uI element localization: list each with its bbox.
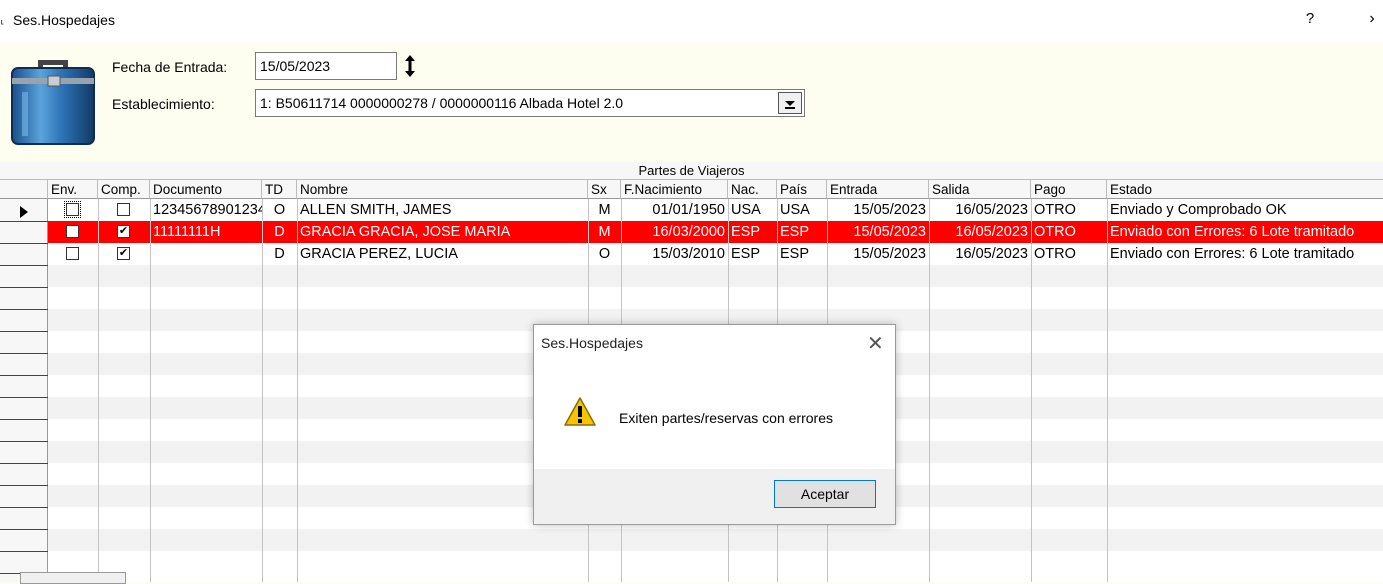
dialog-body: Exiten partes/reservas con errores	[534, 363, 895, 469]
cell-nacimiento: 16/03/2000	[652, 224, 725, 240]
current-row-pointer-icon	[20, 206, 28, 218]
close-button[interactable]: ›	[1362, 10, 1382, 28]
grid-caption: Partes de Viajeros	[0, 162, 1383, 180]
table-row[interactable]: 123456789012345 O ALLEN SMITH, JAMES M 0…	[0, 199, 1383, 221]
cell-sx: M	[598, 224, 611, 240]
cell-nombre: GRACIA GRACIA, JOSE MARIA	[300, 224, 511, 240]
establecimiento-label: Establecimiento:	[112, 96, 215, 112]
col-header-td[interactable]: TD	[262, 180, 297, 199]
cell-salida: 16/05/2023	[955, 202, 1028, 218]
dialog-title: Ses.Hospedajes	[541, 335, 643, 351]
col-header-nacimiento[interactable]: F.Nacimiento	[621, 180, 728, 199]
cell-td: D	[274, 246, 285, 262]
cell-entrada: 15/05/2023	[853, 246, 926, 262]
cell-nacimiento: 15/03/2010	[652, 246, 725, 262]
cell-pago: OTRO	[1034, 224, 1076, 240]
cell-pais: ESP	[780, 224, 810, 240]
fecha-label: Fecha de Entrada:	[112, 59, 228, 75]
col-header-nac[interactable]: Nac.	[728, 180, 777, 199]
cell-estado: Enviado con Errores: 6 Lote tramitado	[1110, 246, 1355, 262]
col-header-documento[interactable]: Documento	[150, 180, 262, 199]
comp-checkbox[interactable]: ✔	[117, 225, 130, 238]
cell-nombre: GRACIA PEREZ, LUCIA	[300, 246, 458, 262]
col-header-pago[interactable]: Pago	[1031, 180, 1107, 199]
col-header-blank	[0, 180, 48, 199]
establecimiento-select[interactable]: 1: B50611714 0000000278 / 0000000116 Alb…	[255, 89, 805, 117]
env-checkbox[interactable]	[66, 247, 79, 260]
bottom-tab[interactable]	[20, 572, 126, 584]
cell-pago: OTRO	[1034, 202, 1076, 218]
cell-nac: USA	[731, 202, 761, 218]
cell-nac: ESP	[731, 246, 761, 262]
cell-td: D	[274, 224, 285, 240]
col-header-env[interactable]: Env.	[48, 180, 98, 199]
suitcase-icon	[11, 60, 95, 145]
window-title: Ses.Hospedajes	[13, 12, 115, 28]
cell-nacimiento: 01/01/1950	[652, 202, 725, 218]
env-checkbox[interactable]	[66, 225, 79, 238]
col-header-pais[interactable]: País	[777, 180, 827, 199]
cell-sx: M	[598, 202, 611, 218]
cell-documento: 123456789012345	[153, 202, 262, 218]
aceptar-button[interactable]: Aceptar	[774, 480, 876, 508]
cell-documento	[150, 243, 262, 265]
chevron-down-icon[interactable]	[778, 92, 802, 114]
dialog-message: Exiten partes/reservas con errores	[619, 410, 833, 426]
table-row[interactable]: ✔ 11111111H D GRACIA GRACIA, JOSE MARIA …	[0, 221, 1383, 243]
col-header-comp[interactable]: Comp.	[98, 180, 150, 199]
warning-icon	[564, 397, 596, 426]
col-header-estado[interactable]: Estado	[1107, 180, 1383, 199]
cell-entrada: 15/05/2023	[853, 202, 926, 218]
title-bar: ⸤ Ses.Hospedajes ? ›	[0, 0, 1383, 42]
cell-td: O	[273, 202, 286, 218]
help-button[interactable]: ?	[1300, 10, 1320, 27]
app-icon: ⸤	[0, 12, 5, 26]
error-dialog: Ses.Hospedajes ✕ Exiten partes/reservas …	[533, 324, 896, 525]
cell-estado: Enviado y Comprobado OK	[1110, 202, 1287, 218]
cell-pais: ESP	[780, 246, 810, 262]
env-checkbox[interactable]	[64, 201, 81, 218]
cell-entrada: 15/05/2023	[853, 224, 926, 240]
cell-salida: 16/05/2023	[955, 246, 1028, 262]
fecha-entrada-input[interactable]: 15/05/2023	[255, 52, 397, 80]
cell-sx: O	[598, 246, 611, 262]
cell-pais: USA	[780, 202, 810, 218]
cell-estado: Enviado con Errores: 6 Lote tramitado	[1110, 224, 1355, 240]
col-header-salida[interactable]: Salida	[929, 180, 1031, 199]
comp-checkbox[interactable]	[117, 203, 130, 216]
col-header-sx[interactable]: Sx	[588, 180, 621, 199]
comp-checkbox[interactable]: ✔	[117, 247, 130, 260]
dialog-title-bar: Ses.Hospedajes ✕	[534, 325, 895, 363]
cell-documento: 11111111H	[153, 224, 221, 240]
date-spin-icon[interactable]	[404, 54, 416, 78]
table-row[interactable]: ✔ D GRACIA PEREZ, LUCIA O 15/03/2010 ESP…	[0, 243, 1383, 265]
col-header-nombre[interactable]: Nombre	[297, 180, 588, 199]
cell-nac: ESP	[731, 224, 761, 240]
row-indicator-column[interactable]	[0, 199, 48, 582]
cell-salida: 16/05/2023	[955, 224, 1028, 240]
col-header-entrada[interactable]: Entrada	[827, 180, 929, 199]
dialog-close-button[interactable]: ✕	[867, 331, 884, 356]
cell-nombre: ALLEN SMITH, JAMES	[300, 202, 452, 218]
cell-pago: OTRO	[1034, 246, 1076, 262]
